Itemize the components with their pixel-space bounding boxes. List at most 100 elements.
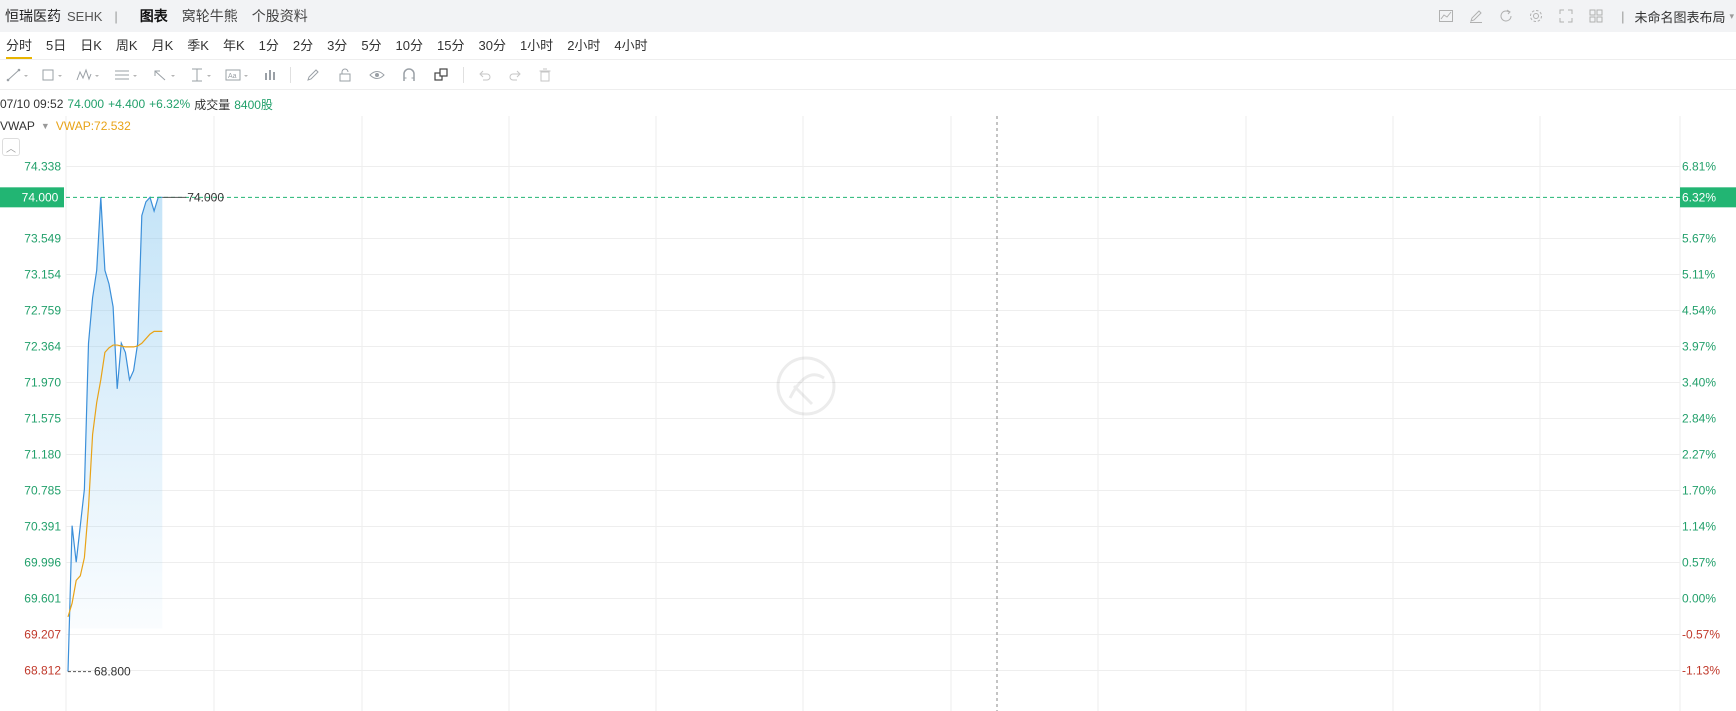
- period-tab[interactable]: 月K: [146, 32, 182, 60]
- multi-select-icon[interactable]: [425, 60, 457, 90]
- lock-icon[interactable]: [329, 60, 361, 90]
- quote-change-pct: +6.32%: [149, 97, 191, 111]
- top-right-tools: | 未命名图表布局 ▾: [1431, 0, 1736, 32]
- period-tab[interactable]: 30分: [472, 32, 513, 60]
- layout-grid-icon[interactable]: [1581, 0, 1611, 32]
- period-tab[interactable]: 2分: [287, 32, 321, 60]
- period-tab[interactable]: 5分: [355, 32, 389, 60]
- settings-icon[interactable]: [1521, 0, 1551, 32]
- period-tab[interactable]: 3分: [321, 32, 355, 60]
- period-tab[interactable]: 周K: [110, 32, 146, 60]
- y-tick-label-right: -0.57%: [1682, 627, 1720, 641]
- toolbar-divider: [463, 66, 464, 83]
- y-tick-label-right: -1.13%: [1682, 664, 1720, 678]
- tab-profile[interactable]: 个股资料: [252, 6, 308, 26]
- period-tab[interactable]: 1分: [253, 32, 287, 60]
- tools-separator: |: [1621, 8, 1625, 24]
- y-tick-label-left: 69.207: [24, 627, 61, 641]
- collapse-legend-button[interactable]: ︿: [2, 138, 20, 156]
- y-tick-label-right: 5.11%: [1682, 267, 1715, 281]
- pencil-icon[interactable]: [297, 60, 329, 90]
- indicator-icon[interactable]: [1431, 0, 1461, 32]
- price-area-fill: [68, 197, 163, 672]
- y-tick-label-right: 2.84%: [1682, 412, 1716, 426]
- y-tick-label-left: 70.391: [24, 519, 61, 533]
- y-tick-label-left: 72.364: [24, 340, 61, 354]
- stock-name: 恒瑞医药: [5, 8, 61, 24]
- y-tick-label-right: 4.54%: [1682, 304, 1716, 318]
- y-tick-label-left: 73.549: [24, 231, 61, 245]
- period-tab[interactable]: 日K: [74, 32, 110, 60]
- indicator-legend: VWAP ▼ VWAP:72.532: [0, 118, 131, 134]
- y-tick-label-left: 73.154: [24, 267, 61, 281]
- volume-label: 成交量: [194, 97, 231, 112]
- period-tab[interactable]: 2小时: [561, 32, 608, 60]
- low-marker-label: 68.800: [94, 665, 131, 679]
- y-tick-label-right: 3.40%: [1682, 375, 1716, 389]
- current-price-badge-text: 74.000: [22, 190, 59, 204]
- undo-icon[interactable]: [470, 60, 500, 90]
- current-pct-badge-text: 6.32%: [1682, 190, 1716, 204]
- fullscreen-icon[interactable]: [1551, 0, 1581, 32]
- watermark-logo: [776, 356, 836, 416]
- y-tick-label-left: 72.759: [24, 304, 61, 318]
- period-tab[interactable]: 5日: [40, 32, 74, 60]
- chevron-up-icon: ︿: [6, 143, 16, 155]
- tab-chart[interactable]: 图表: [140, 6, 168, 26]
- period-tab[interactable]: 分时: [0, 32, 40, 60]
- indicator-value: VWAP:72.532: [55, 119, 131, 133]
- measure-tool-icon[interactable]: [184, 60, 220, 90]
- eye-icon[interactable]: [361, 60, 393, 90]
- y-tick-label-left: 71.180: [24, 448, 61, 462]
- market-code: SEHK: [67, 8, 103, 24]
- y-tick-label-right: 0.57%: [1682, 556, 1716, 570]
- period-tab[interactable]: 1小时: [514, 32, 561, 60]
- y-tick-label-right: 1.70%: [1682, 484, 1716, 498]
- period-selector: 分时 5日 日K 周K 月K 季K 年K 1分 2分 3分 5分 10分 15分 30分 1小时 2小时 4小时: [0, 32, 1736, 60]
- y-tick-label-right: 0.00%: [1682, 592, 1716, 606]
- refresh-icon[interactable]: [1491, 0, 1521, 32]
- high-marker-label: 74.000: [187, 190, 224, 204]
- draw-icon[interactable]: [1461, 0, 1491, 32]
- top-bar: 恒瑞医药 SEHK | 图表 窝轮牛熊 个股资料 | 未命名图表布局 ▾: [0, 0, 1736, 32]
- fibonacci-tool-icon[interactable]: [108, 60, 146, 90]
- toolbar-divider: [290, 66, 291, 83]
- indicator-name[interactable]: VWAP: [0, 119, 35, 133]
- svg-text:Aa: Aa: [228, 73, 237, 80]
- y-tick-label-right: 3.97%: [1682, 340, 1716, 354]
- bar-chart-tool-icon[interactable]: [256, 60, 284, 90]
- trash-icon[interactable]: [530, 60, 560, 90]
- period-tab[interactable]: 10分: [390, 32, 431, 60]
- chevron-down-icon[interactable]: ▾: [1729, 11, 1734, 22]
- period-tab[interactable]: 15分: [431, 32, 472, 60]
- layout-name-dropdown[interactable]: 未命名图表布局: [1634, 7, 1725, 26]
- quote-change: +4.400: [108, 97, 146, 111]
- arrow-tool-icon[interactable]: [146, 60, 184, 90]
- text-tool-icon[interactable]: Aa: [220, 60, 256, 90]
- period-tab[interactable]: 4小时: [608, 32, 655, 60]
- quote-price: 74.000: [67, 97, 105, 111]
- y-tick-label-right: 6.81%: [1682, 160, 1716, 174]
- header-separator: |: [114, 8, 118, 24]
- period-tab[interactable]: 季K: [181, 32, 217, 60]
- y-tick-label-right: 1.14%: [1682, 519, 1716, 533]
- pattern-tool-icon[interactable]: [70, 60, 108, 90]
- y-tick-label-left: 69.601: [24, 592, 61, 606]
- intraday-chart[interactable]: 74.338 6.81% 73.549 5.67% 73.154 5.11% 72.759 4…: [0, 116, 1736, 711]
- y-tick-label-right: 2.27%: [1682, 448, 1716, 462]
- rectangle-tool-icon[interactable]: [36, 60, 70, 90]
- magnet-icon[interactable]: [393, 60, 425, 90]
- period-tab[interactable]: 年K: [217, 32, 253, 60]
- volume-value: 8400股: [234, 97, 273, 112]
- redo-icon[interactable]: [500, 60, 530, 90]
- quote-time: 07/10 09:52: [0, 97, 64, 111]
- chevron-down-icon[interactable]: ▼: [41, 121, 50, 131]
- quote-info-line: 07/10 09:52 74.000 +4.400 +6.32% 成交量 840…: [0, 96, 273, 112]
- y-tick-label-left: 71.970: [24, 375, 61, 389]
- tab-warrants[interactable]: 窝轮牛熊: [182, 6, 238, 26]
- y-tick-label-left: 70.785: [24, 484, 61, 498]
- y-tick-label-left: 68.812: [24, 664, 61, 678]
- trend-line-tool-icon[interactable]: [0, 60, 36, 90]
- y-tick-label-left: 74.338: [24, 160, 61, 174]
- y-tick-label-left: 71.575: [24, 412, 61, 426]
